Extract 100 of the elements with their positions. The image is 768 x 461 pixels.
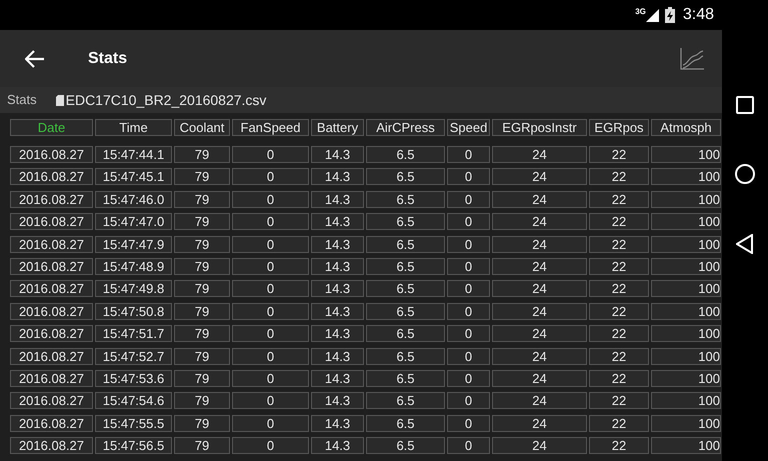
- table-cell: 24: [492, 437, 587, 454]
- table-cell: 100: [651, 146, 721, 163]
- network-type: 3G: [635, 8, 646, 16]
- column-header[interactable]: Battery: [311, 119, 364, 136]
- back-arrow-icon: [25, 50, 45, 68]
- table-cell: 15:47:46.0: [95, 190, 172, 208]
- table-cell: 0: [232, 370, 309, 387]
- table-cell: 100: [651, 325, 721, 342]
- table-cell: 14.3: [311, 190, 364, 208]
- table-cell: 2016.08.27: [10, 146, 93, 163]
- table-cell: 2016.08.27: [10, 348, 93, 365]
- table-cell: 0: [232, 146, 309, 163]
- table-cell: 79: [174, 236, 230, 253]
- table-cell: 14.3: [311, 168, 364, 186]
- table-cell: 0: [447, 437, 490, 454]
- table-cell: 15:47:45.1: [95, 168, 172, 186]
- table-cell: 24: [492, 325, 587, 342]
- table-cell: 100: [651, 168, 721, 186]
- table-cell: 0: [232, 414, 309, 432]
- table-cell: 22: [589, 392, 649, 410]
- table-cell: 15:47:53.6: [95, 370, 172, 387]
- table-cell: 15:47:47.0: [95, 213, 172, 230]
- column-header[interactable]: AirCPress: [366, 119, 445, 136]
- table-cell: 79: [174, 414, 230, 432]
- table-cell: 2016.08.27: [10, 325, 93, 342]
- table-cell: 14.3: [311, 325, 364, 342]
- table-cell: 14.3: [311, 392, 364, 410]
- table-cell: 79: [174, 370, 230, 387]
- home-button[interactable]: [735, 164, 755, 184]
- table-cell: 15:47:55.5: [95, 414, 172, 432]
- back-nav-button[interactable]: [735, 234, 755, 254]
- table-cell: 22: [589, 258, 649, 275]
- table-cell: 6.5: [366, 168, 445, 186]
- table-cell: 0: [447, 236, 490, 253]
- table-cell: 79: [174, 325, 230, 342]
- table-cell: 0: [232, 280, 309, 298]
- table-cell: 0: [232, 437, 309, 454]
- column-header[interactable]: Date: [10, 119, 93, 136]
- column-header[interactable]: Atmosph: [651, 119, 721, 136]
- table-cell: 100: [651, 348, 721, 365]
- table-cell: 15:47:47.9: [95, 236, 172, 253]
- table-cell: 24: [492, 414, 587, 432]
- table-cell: 22: [589, 168, 649, 186]
- table-cell: 0: [232, 348, 309, 365]
- table-cell: 14.3: [311, 280, 364, 298]
- file-label: Stats: [7, 91, 37, 110]
- table-cell: 6.5: [366, 437, 445, 454]
- table-cell: 6.5: [366, 146, 445, 163]
- column-header[interactable]: Speed: [447, 119, 490, 136]
- column-header[interactable]: FanSpeed: [232, 119, 309, 136]
- table-cell: 14.3: [311, 302, 364, 320]
- table-cell: 22: [589, 370, 649, 387]
- line-chart-icon: [680, 48, 704, 70]
- table-cell: 100: [651, 190, 721, 208]
- table-cell: 79: [174, 190, 230, 208]
- table-cell: 6.5: [366, 348, 445, 365]
- table-cell: 2016.08.27: [10, 280, 93, 298]
- clock: 3:48: [682, 5, 714, 25]
- table-cell: 2016.08.27: [10, 437, 93, 454]
- table-cell: 79: [174, 213, 230, 230]
- table-cell: 15:47:44.1: [95, 146, 172, 163]
- table-cell: 24: [492, 190, 587, 208]
- table-cell: 14.3: [311, 146, 364, 163]
- table-cell: 24: [492, 280, 587, 298]
- table-cell: 14.3: [311, 258, 364, 275]
- table-cell: 14.3: [311, 348, 364, 365]
- table-cell: 2016.08.27: [10, 370, 93, 387]
- table-cell: 0: [232, 258, 309, 275]
- table-cell: 15:47:56.5: [95, 437, 172, 454]
- table-cell: 0: [447, 146, 490, 163]
- table-cell: 100: [651, 213, 721, 230]
- table-cell: 100: [651, 302, 721, 320]
- table-cell: 6.5: [366, 325, 445, 342]
- table-cell: 0: [447, 392, 490, 410]
- recents-button[interactable]: [736, 96, 754, 114]
- table-cell: 24: [492, 236, 587, 253]
- table-cell: 100: [651, 414, 721, 432]
- table-cell: 24: [492, 146, 587, 163]
- column-header[interactable]: EGRposInstr: [492, 119, 587, 136]
- table-cell: 14.3: [311, 414, 364, 432]
- table-cell: 24: [492, 258, 587, 275]
- table-cell: 14.3: [311, 437, 364, 454]
- table-cell: 15:47:54.6: [95, 392, 172, 410]
- table-cell: 15:47:49.8: [95, 280, 172, 298]
- table-cell: 24: [492, 168, 587, 186]
- column-header[interactable]: Time: [95, 119, 172, 136]
- file-name: EDC17C10_BR2_20160827.csv: [66, 90, 266, 110]
- table-cell: 24: [492, 302, 587, 320]
- table-cell: 0: [447, 325, 490, 342]
- table-cell: 0: [232, 236, 309, 253]
- table-cell: 0: [232, 325, 309, 342]
- column-header[interactable]: EGRpos: [589, 119, 649, 136]
- table-cell: 0: [447, 414, 490, 432]
- table-cell: 24: [492, 213, 587, 230]
- table-cell: 22: [589, 414, 649, 432]
- table-cell: 0: [447, 348, 490, 365]
- sd-card-icon: [56, 94, 64, 106]
- table-cell: 6.5: [366, 236, 445, 253]
- table-cell: 24: [492, 370, 587, 387]
- column-header[interactable]: Coolant: [174, 119, 230, 136]
